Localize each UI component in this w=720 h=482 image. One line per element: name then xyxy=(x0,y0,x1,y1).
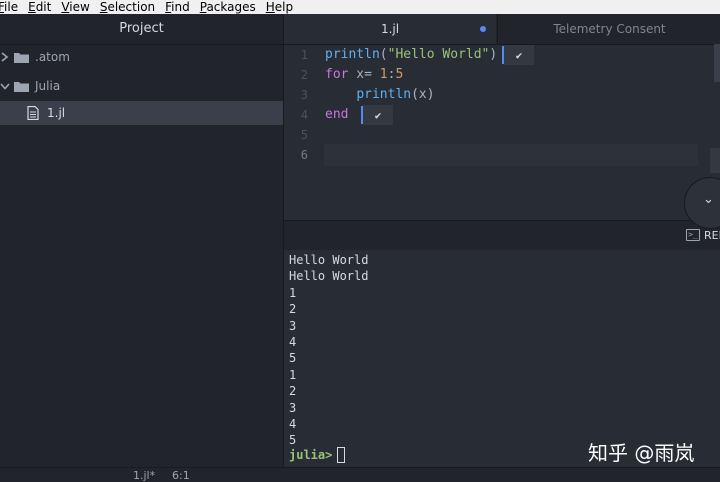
repl-output-line: 5 xyxy=(289,433,297,448)
folder-icon xyxy=(14,52,29,63)
menu-file[interactable]: File xyxy=(0,0,23,14)
tab-label: 1.jl xyxy=(380,22,400,36)
file-text-icon xyxy=(27,106,39,120)
modified-dot-icon[interactable] xyxy=(480,26,486,32)
repl-output-line: 1 xyxy=(289,285,297,300)
terminal-icon: >_ xyxy=(686,229,700,241)
tree-item-label: 1.jl xyxy=(47,106,66,120)
repl-output-line: 5 xyxy=(289,351,297,366)
code-editor[interactable]: 1 2 3 4 5 6 println("Hello World") for x= 1:5 p… xyxy=(284,45,720,220)
line-number: 4 xyxy=(300,108,308,122)
project-title: Project xyxy=(0,14,283,45)
repl-prompt[interactable]: julia> xyxy=(289,447,346,463)
line-number: 5 xyxy=(300,128,308,142)
menu-selection[interactable]: Selection xyxy=(95,0,160,14)
tab-repl[interactable]: >_ REPL xyxy=(686,226,720,244)
tree-item-label: .atom xyxy=(35,50,70,64)
text-cursor xyxy=(337,447,346,463)
repl-console[interactable]: julia> Hello World Hello World 1 2 3 4 5 1 2 3 4 5 xyxy=(284,250,720,467)
prompt-label: julia> xyxy=(289,448,333,462)
line-number: 2 xyxy=(300,68,308,82)
repl-output-line: Hello World xyxy=(289,269,369,284)
repl-output-line: 2 xyxy=(289,302,297,317)
repl-output-line: 4 xyxy=(289,335,297,349)
checkmark-icon: ✔ xyxy=(504,45,534,65)
status-bar: 1.jl* 6:1 xyxy=(0,467,720,482)
repl-output-line: 3 xyxy=(289,318,297,333)
tab-1jl[interactable]: 1.jl xyxy=(284,14,496,44)
checkmark-icon: ✔ xyxy=(363,105,393,125)
project-panel: Project .atom Julia 1.jl xyxy=(0,14,284,467)
minimap-slider[interactable] xyxy=(714,44,720,82)
repl-header: ⌄ >_ REPL xyxy=(284,177,720,250)
menu-view[interactable]: View xyxy=(56,0,94,14)
line-number: 6 xyxy=(300,148,308,162)
watermark: 知乎 @雨岚 xyxy=(588,441,695,465)
inline-result[interactable]: ✔ xyxy=(361,105,393,125)
repl-output-line: Hello World xyxy=(289,253,369,267)
code-line[interactable]: end xyxy=(325,105,348,125)
menu-edit[interactable]: Edit xyxy=(23,0,56,14)
tree-item-label: Julia xyxy=(35,79,61,93)
tab-telemetry-consent[interactable]: Telemetry Consent xyxy=(497,14,720,44)
menu-help[interactable]: Help xyxy=(261,0,298,14)
chevron-down-icon xyxy=(0,83,10,90)
status-cursor-position[interactable]: 6:1 xyxy=(172,469,190,482)
chevron-right-icon xyxy=(1,52,9,62)
code-line[interactable]: println(x) xyxy=(325,85,434,105)
menu-find[interactable]: Find xyxy=(160,0,195,14)
cursor-line-highlight xyxy=(324,144,698,166)
repl-output-line: 1 xyxy=(289,367,297,382)
code-line[interactable]: for x= 1:5 xyxy=(325,65,403,85)
tab-label: REPL xyxy=(704,228,720,242)
tab-label: Telemetry Consent xyxy=(553,22,666,36)
repl-output-line: 4 xyxy=(289,417,297,431)
tree-item-atom-folder[interactable]: .atom xyxy=(0,45,283,69)
menu-bar: File Edit View Selection Find Packages Help xyxy=(0,0,720,14)
line-number: 1 xyxy=(300,48,308,62)
inline-result[interactable]: ✔ xyxy=(502,45,534,65)
tree-item-1jl-file[interactable]: 1.jl xyxy=(0,101,283,125)
tree-item-julia-folder[interactable]: Julia xyxy=(0,74,283,98)
folder-icon xyxy=(14,81,29,92)
code-line[interactable]: println("Hello World") xyxy=(325,45,497,65)
chevron-down-icon: ⌄ xyxy=(703,192,714,207)
status-file[interactable]: 1.jl* xyxy=(133,469,155,482)
menu-packages[interactable]: Packages xyxy=(195,0,261,14)
line-number: 3 xyxy=(300,88,308,102)
repl-output-line: 3 xyxy=(289,400,297,415)
side-panel-button[interactable] xyxy=(710,148,720,173)
tab-bar: 1.jl Telemetry Consent xyxy=(284,14,720,45)
repl-output-line: 2 xyxy=(289,384,297,399)
